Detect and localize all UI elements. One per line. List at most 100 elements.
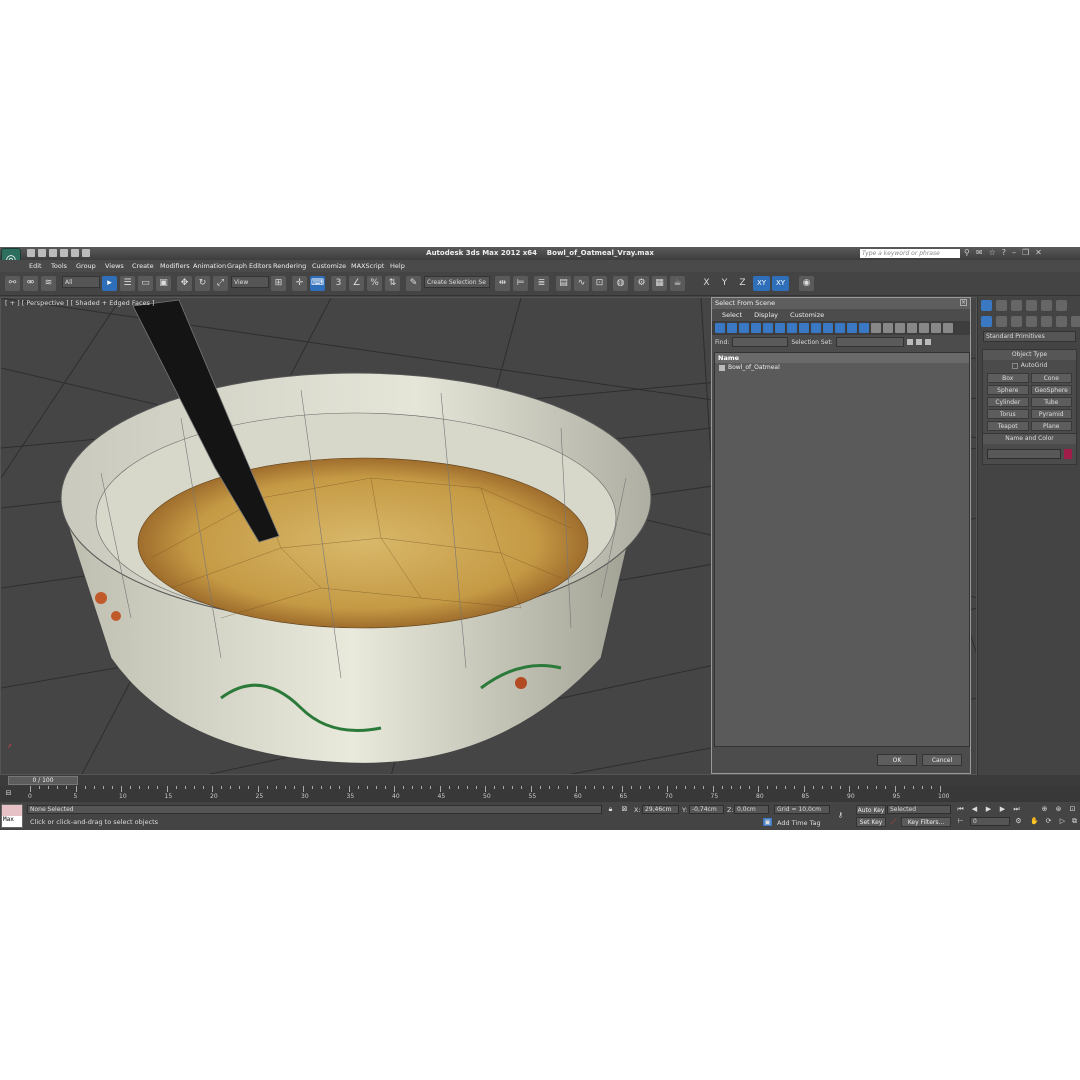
object-color-swatch[interactable] [1064, 449, 1072, 459]
field-of-view-icon[interactable]: ▷ [1058, 817, 1067, 825]
sphere-button[interactable]: Sphere [987, 385, 1029, 395]
menu-modifiers[interactable]: Modifiers [160, 262, 190, 270]
select-manipulate-icon[interactable]: ✛ [292, 276, 307, 291]
display-helpers-icon[interactable] [763, 323, 773, 333]
display-containers-icon[interactable] [823, 323, 833, 333]
dialog-title[interactable]: Select From Scene [712, 298, 970, 309]
menu-edit[interactable]: Edit [29, 262, 42, 270]
restore-icon[interactable]: ❐ [1022, 248, 1029, 257]
key-filters-button[interactable]: Key Filters... [901, 817, 951, 827]
select-none-icon[interactable] [907, 323, 917, 333]
menu-help[interactable]: Help [390, 262, 405, 270]
systems-icon[interactable] [1071, 316, 1080, 327]
render-production-icon[interactable]: ☕ [670, 276, 685, 291]
menu-tools[interactable]: Tools [51, 262, 67, 270]
dialog-menu-customize[interactable]: Customize [790, 309, 824, 321]
pyramid-button[interactable]: Pyramid [1030, 409, 1072, 419]
link-icon[interactable]: ⚯ [5, 276, 20, 291]
select-all-icon[interactable] [895, 323, 905, 333]
go-to-start-icon[interactable]: ⏮ [956, 805, 965, 813]
dialog-close-icon[interactable]: × [960, 299, 967, 306]
display-lights-icon[interactable] [739, 323, 749, 333]
selection-lock-icon[interactable]: 🔒︎ [606, 805, 615, 813]
key-filters-icon[interactable]: ⟋ [889, 818, 898, 826]
mirror-icon[interactable]: ⇹ [495, 276, 510, 291]
orbit-icon[interactable]: ⟳ [1044, 817, 1053, 825]
shapes-icon[interactable] [996, 316, 1007, 327]
rectangular-region-icon[interactable]: ▭ [138, 276, 153, 291]
menu-views[interactable]: Views [105, 262, 124, 270]
align-icon[interactable]: ⊨ [513, 276, 528, 291]
unlink-icon[interactable]: ⚮ [23, 276, 38, 291]
go-to-end-icon[interactable]: ⏭ [1012, 805, 1021, 813]
spinner-snap-icon[interactable]: ⇅ [385, 276, 400, 291]
display-groups-icon[interactable] [787, 323, 797, 333]
menu-group[interactable]: Group [76, 262, 96, 270]
named-selection-dropdown[interactable]: Create Selection Se [424, 276, 490, 288]
axis-xy-constraint[interactable]: XY [753, 276, 770, 291]
geometry-icon[interactable] [981, 316, 992, 327]
maxscript-mini-listener[interactable] [2, 805, 22, 816]
cone-button[interactable]: Cone [1030, 373, 1072, 383]
maximize-viewport-icon[interactable]: ⧉ [1070, 817, 1079, 825]
help-icon[interactable]: ? [1002, 248, 1006, 257]
dialog-menu-select[interactable]: Select [722, 309, 742, 321]
curve-editor-icon[interactable]: ∿ [574, 276, 589, 291]
geosphere-button[interactable]: GeoSphere [1030, 385, 1072, 395]
time-tag-icon[interactable]: ▣ [763, 818, 772, 826]
box-button[interactable]: Box [987, 373, 1029, 383]
track-scale[interactable]: 0 5 10 15 20 25 30 35 40 45 50 55 60 65 70 75 80 85 90 95 10… [28, 786, 950, 802]
render-setup-icon[interactable]: ⚙ [634, 276, 649, 291]
list-item[interactable]: Bowl_of_Oatmeal [715, 363, 969, 373]
auto-key-selection-dropdown[interactable]: Selected [887, 805, 951, 814]
space-warps-icon[interactable] [1056, 316, 1067, 327]
select-invert-icon[interactable] [919, 323, 929, 333]
communication-icon[interactable]: ✉ [976, 248, 983, 257]
display-all-icon[interactable] [859, 323, 869, 333]
cameras-icon[interactable] [1026, 316, 1037, 327]
create-set-icon[interactable] [906, 339, 913, 345]
favorites-star-icon[interactable]: ☆ [989, 248, 996, 257]
utilities-tab-icon[interactable] [1056, 300, 1067, 311]
key-mode-toggle-icon[interactable]: ⊢ [956, 817, 965, 825]
pivot-center-icon[interactable]: ⊞ [271, 276, 286, 291]
display-tab-icon[interactable] [1041, 300, 1052, 311]
axis-z-constraint[interactable]: Z [735, 276, 750, 291]
display-hidden-icon[interactable] [847, 323, 857, 333]
time-slider[interactable]: 0 / 100 [0, 775, 1080, 786]
ok-button[interactable]: OK [877, 754, 917, 766]
add-time-tag[interactable]: Add Time Tag [777, 819, 821, 827]
rendered-frame-window-icon[interactable]: ▦ [652, 276, 667, 291]
display-bones-icon[interactable] [811, 323, 821, 333]
axis-x-constraint[interactable]: X [699, 276, 714, 291]
zoom-extents-icon[interactable]: ⊡ [1068, 805, 1077, 813]
bind-space-warp-icon[interactable]: ≋ [41, 276, 56, 291]
dialog-menu-display[interactable]: Display [754, 309, 778, 321]
current-frame-field[interactable]: 0 [970, 817, 1010, 826]
schematic-view-icon[interactable]: ⊡ [592, 276, 607, 291]
maxscript-listener[interactable]: Max [1, 804, 23, 828]
set-key-button[interactable]: Set Key [856, 817, 886, 827]
play-icon[interactable]: ▶ [984, 805, 993, 813]
menu-graph-editors[interactable]: Graph Editors [227, 262, 272, 270]
selection-filter-dropdown[interactable]: All [62, 276, 100, 288]
menu-animation[interactable]: Animation [193, 262, 226, 270]
modify-tab-icon[interactable] [996, 300, 1007, 311]
zoom-icon[interactable]: ⊕ [1040, 805, 1049, 813]
display-xrefs-icon[interactable] [799, 323, 809, 333]
vray-frame-buffer-icon[interactable]: ◉ [799, 276, 814, 291]
rotate-icon[interactable]: ↻ [195, 276, 210, 291]
window-crossing-icon[interactable]: ▣ [156, 276, 171, 291]
time-configuration-icon[interactable]: ⚙ [1014, 817, 1023, 825]
percent-snap-icon[interactable]: % [367, 276, 382, 291]
cancel-button[interactable]: Cancel [922, 754, 962, 766]
close-icon[interactable]: ✕ [1035, 248, 1042, 257]
tube-button[interactable]: Tube [1030, 397, 1072, 407]
object-name-input[interactable] [987, 449, 1062, 459]
search-input[interactable]: Type a keyword or phrase [860, 249, 960, 258]
next-frame-icon[interactable]: ▶ [998, 805, 1007, 813]
reference-coordinate-dropdown[interactable]: View [231, 276, 269, 288]
autogrid-option[interactable]: AutoGrid [983, 362, 1076, 369]
delete-set-icon[interactable] [924, 339, 931, 345]
keyboard-shortcut-override-icon[interactable]: ⌨ [310, 276, 325, 291]
